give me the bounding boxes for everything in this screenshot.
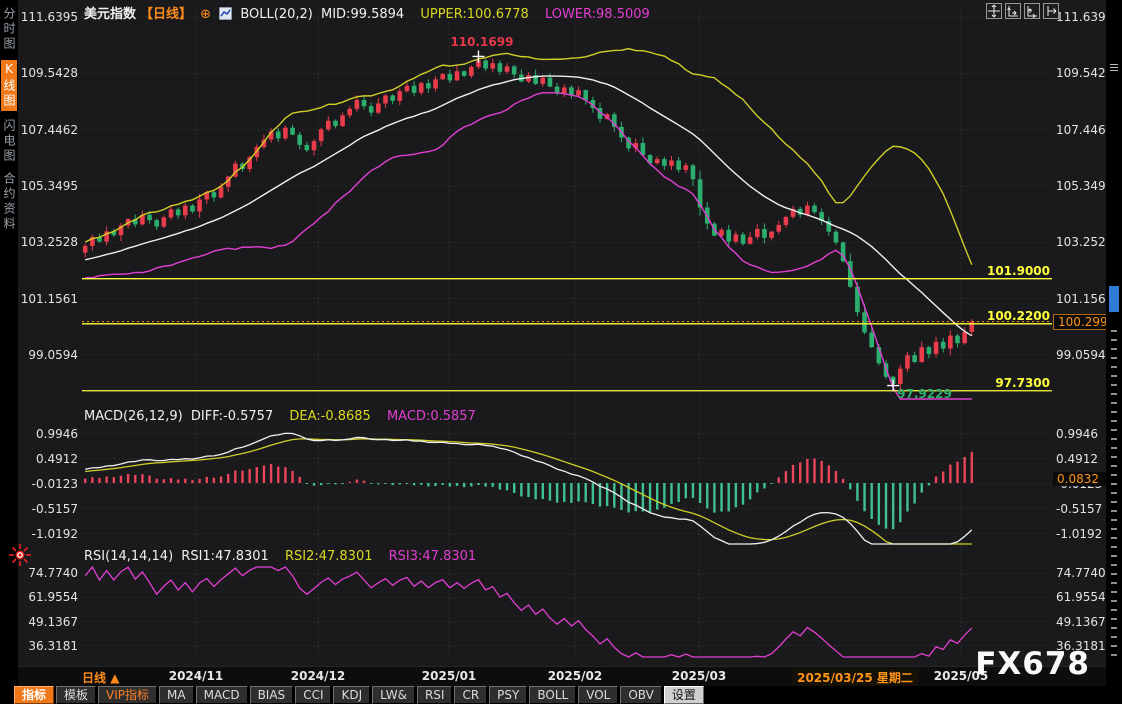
axis-scale-left-icon[interactable] [1005,3,1021,19]
rsi-pane-header: RSI(14,14,14) RSI1:47.8301 RSI2:47.8301 … [84,549,480,564]
toolbar-button-vol[interactable]: VOL [578,686,618,704]
date-tick: 2024/12 [291,669,345,683]
rsi2-value: RSI2:47.8301 [285,549,373,564]
date-axis: 日线 ▲ 2024/11 2024/12 2025/01 2025/02 2025/03… [18,666,1106,687]
period-selector[interactable]: 日线 ▲ [82,669,119,686]
macd-dea-value: DEA:-0.8685 [289,409,370,424]
toolbar-button-ma[interactable]: MA [159,686,194,704]
toolbar-button-cr[interactable]: CR [454,686,487,704]
add-indicator-icon[interactable]: ⊕ [200,7,211,22]
toolbar-button-lw[interactable]: LW& [372,686,415,704]
toolbar-button-obv[interactable]: OBV [620,686,662,704]
toolbar-button-psy[interactable]: PSY [489,686,527,704]
toolbar-button-[interactable]: 设置 [664,686,704,704]
boll-lower-value: LOWER:98.5009 [545,7,650,22]
chart-tool-icons [986,3,1059,19]
axis-scale-right-icon[interactable] [1024,3,1040,19]
scrollbar-thumb[interactable] [1109,286,1119,312]
macd-label: MACD(26,12,9) [84,409,183,424]
macd-histogram [84,452,973,529]
chart-app: 美元指数【日线】 ⊕ BOLL(20,2) MID:99.5894 UPPER:… [0,0,1122,704]
macd-pane-header: MACD(26,12,9) DIFF:-0.5757 DEA:-0.8685 M… [84,409,480,424]
rsi-label: RSI(14,14,14) [84,549,173,564]
main-chart-header: 美元指数【日线】 ⊕ BOLL(20,2) MID:99.5894 UPPER:… [84,3,654,24]
sidebar-tab-1[interactable]: K线图 [1,60,17,111]
toolbar-button-kdj[interactable]: KDJ [333,686,370,704]
toolbar-button-macd[interactable]: MACD [196,686,248,704]
watermark: FX678 [975,646,1090,682]
alert-flash-icon[interactable] [9,544,31,570]
sidebar-tab-3[interactable]: 合约资料 [1,172,17,232]
date-tick: 2025/02 [548,669,602,683]
date-tick: 2025/03 [672,669,726,683]
rsi1-value: RSI1:47.8301 [181,549,269,564]
toolbar-button-[interactable]: 指标 [14,686,54,704]
bottom-toolbar: 指标模板VIP指标MAMACDBIASCCIKDJLW&RSICRPSYBOLL… [0,686,1122,704]
exit-view-icon[interactable] [1043,3,1059,19]
crosshair-icon[interactable] [986,3,1002,19]
selected-date-label: 2025/03/25 星期二 [792,669,918,686]
boll-upper-value: UPPER:100.6778 [420,7,528,22]
indicator-chart-icon [219,7,232,24]
toolbar-button-bias[interactable]: BIAS [250,686,294,704]
macd-diff-value: DIFF:-0.5757 [191,409,273,424]
menu-icon[interactable] [1110,64,1118,72]
toolbar-button-[interactable]: 模板 [56,686,96,704]
boll-mid-value: MID:99.5894 [321,7,404,22]
toolbar-button-rsi[interactable]: RSI [417,686,453,704]
date-tick: 2024/11 [169,669,223,683]
chart-canvas[interactable] [0,0,1122,704]
chevron-up-icon: ▲ [110,671,119,685]
period-tag: 【日线】 [140,7,192,22]
toolbar-button-vip[interactable]: VIP指标 [98,686,157,704]
sidebar-tab-0[interactable]: 分时图 [1,7,17,52]
left-sidebar: 分时图 K线图闪电图合约资料 [0,0,18,704]
boll-label: BOLL(20,2) [240,7,313,22]
date-tick: 2025/01 [422,669,476,683]
symbol-title: 美元指数 [84,7,136,22]
toolbar-button-cci[interactable]: CCI [295,686,331,704]
rsi3-value: RSI3:47.8301 [389,549,477,564]
macd-hist-value: MACD:0.5857 [387,409,476,424]
right-scroll-strip [1106,0,1122,704]
candles [83,56,974,390]
toolbar-button-boll[interactable]: BOLL [529,686,576,704]
scroll-track-marks [1111,330,1117,660]
sidebar-tab-2[interactable]: 闪电图 [1,119,17,164]
